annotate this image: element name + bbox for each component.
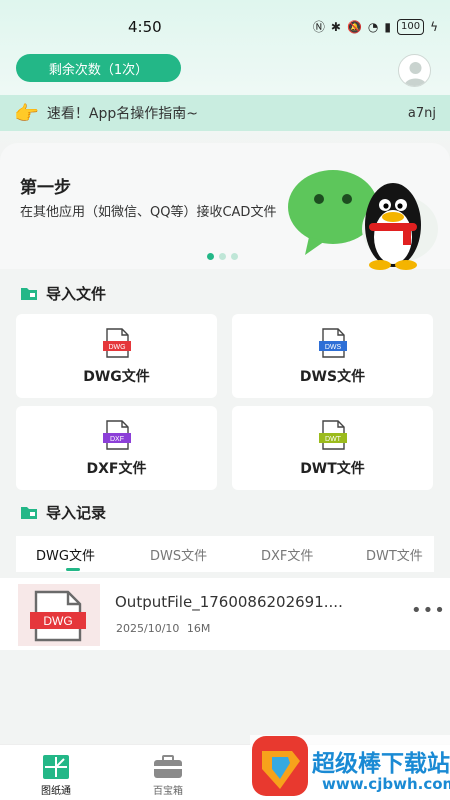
guide-banner[interactable]: 第一步 在其他应用（如微信、QQ等）接收CAD文件: [0, 143, 450, 270]
import-section-title: 导入文件: [20, 283, 106, 304]
page-dot: [207, 253, 214, 260]
pointing-hand-icon: 👉: [14, 101, 39, 125]
import-dxf-card[interactable]: DXF DXF文件: [16, 406, 217, 490]
card-label: DWT文件: [300, 461, 365, 477]
file-list-item[interactable]: DWG OutputFile_1760086202691.... 2025/10…: [0, 578, 450, 650]
page-dot: [219, 253, 226, 260]
dwt-file-icon: DWT: [319, 420, 347, 450]
dwg-tag-text: DWG: [108, 344, 125, 351]
battery-icon: 100: [396, 18, 425, 35]
import-dws-card[interactable]: DWS DWS文件: [232, 314, 433, 398]
file-tag-text: DWG: [43, 614, 72, 628]
tab-dwg[interactable]: DWG文件: [36, 545, 95, 564]
mute-icon: 🔕: [346, 19, 362, 34]
tab-dwt[interactable]: DWT文件: [366, 545, 423, 564]
dws-file-icon: DWS: [319, 328, 347, 358]
file-name: OutputFile_1760086202691....: [115, 593, 343, 611]
card-label: DXF文件: [86, 461, 147, 477]
toolbox-icon: [154, 755, 182, 778]
file-thumbnail: DWG: [18, 584, 100, 646]
card-label: DWG文件: [83, 369, 150, 385]
banner-description: 在其他应用（如微信、QQ等）接收CAD文件: [20, 205, 277, 220]
status-bar: 4:50 Ⓝ ✱ 🔕 ◔ ▮ 100 ϟ: [0, 0, 450, 52]
remaining-count-button[interactable]: 剩余次数（1次）: [16, 54, 181, 82]
charging-icon: ϟ: [430, 19, 438, 34]
nav-item-drawings[interactable]: 图纸通: [26, 745, 86, 800]
file-date: 2025/10/10: [116, 622, 180, 635]
page-dot: [231, 253, 238, 260]
notice-code: a7nj: [407, 105, 436, 121]
records-section-title: 导入记录: [20, 502, 106, 523]
drawing-icon: [43, 755, 69, 779]
nav-label: 百宝箱: [153, 786, 183, 797]
file-size: 16M: [186, 622, 211, 635]
card-label: DWS文件: [299, 369, 366, 385]
wechat-qq-illustration: [288, 170, 438, 270]
banner-page-indicator: [207, 253, 238, 260]
nfc-icon: Ⓝ: [312, 20, 325, 34]
bluetooth-icon: ✱: [330, 19, 341, 34]
watermark-text: 超级棒下载站: [312, 751, 450, 777]
dwg-file-icon: DWG: [30, 590, 86, 642]
dxf-file-icon: DXF: [103, 420, 131, 450]
active-tab-indicator: [66, 568, 80, 571]
status-icons: Ⓝ ✱ 🔕 ◔ ▮ 100 ϟ: [313, 18, 438, 35]
dws-tag-text: DWS: [325, 344, 342, 351]
notice-bar[interactable]: 👉 速看！App名操作指南~ a7nj: [0, 95, 450, 131]
banner-step-title: 第一步: [20, 178, 71, 198]
notice-text: 速看！App名操作指南~: [46, 106, 198, 122]
signal-icon: ▮: [384, 19, 391, 34]
status-time: 4:50: [128, 18, 162, 36]
dxf-tag-text: DXF: [110, 436, 124, 443]
dwt-tag-text: DWT: [325, 436, 342, 443]
avatar[interactable]: [398, 54, 431, 87]
record-tabs: DWG文件 DWS文件 DXF文件 DWT文件: [16, 536, 434, 572]
folder-icon: [21, 507, 37, 519]
nav-label: 图纸通: [41, 786, 71, 797]
section-title-text: 导入记录: [46, 504, 107, 522]
nav-item-toolbox[interactable]: 百宝箱: [138, 745, 198, 800]
more-options-icon[interactable]: •••: [411, 600, 446, 621]
import-dwt-card[interactable]: DWT DWT文件: [232, 406, 433, 490]
folder-icon: [21, 288, 37, 300]
import-dwg-card[interactable]: DWG DWG文件: [16, 314, 217, 398]
section-title-text: 导入文件: [46, 285, 107, 303]
watermark-url: www.cjbwh.com: [322, 775, 450, 793]
tab-dws[interactable]: DWS文件: [150, 545, 207, 564]
dwg-file-icon: DWG: [103, 328, 131, 358]
file-meta: 2025/10/10 16M: [116, 622, 210, 635]
wifi-icon: ◔: [367, 19, 379, 34]
tab-dxf[interactable]: DXF文件: [261, 545, 313, 564]
